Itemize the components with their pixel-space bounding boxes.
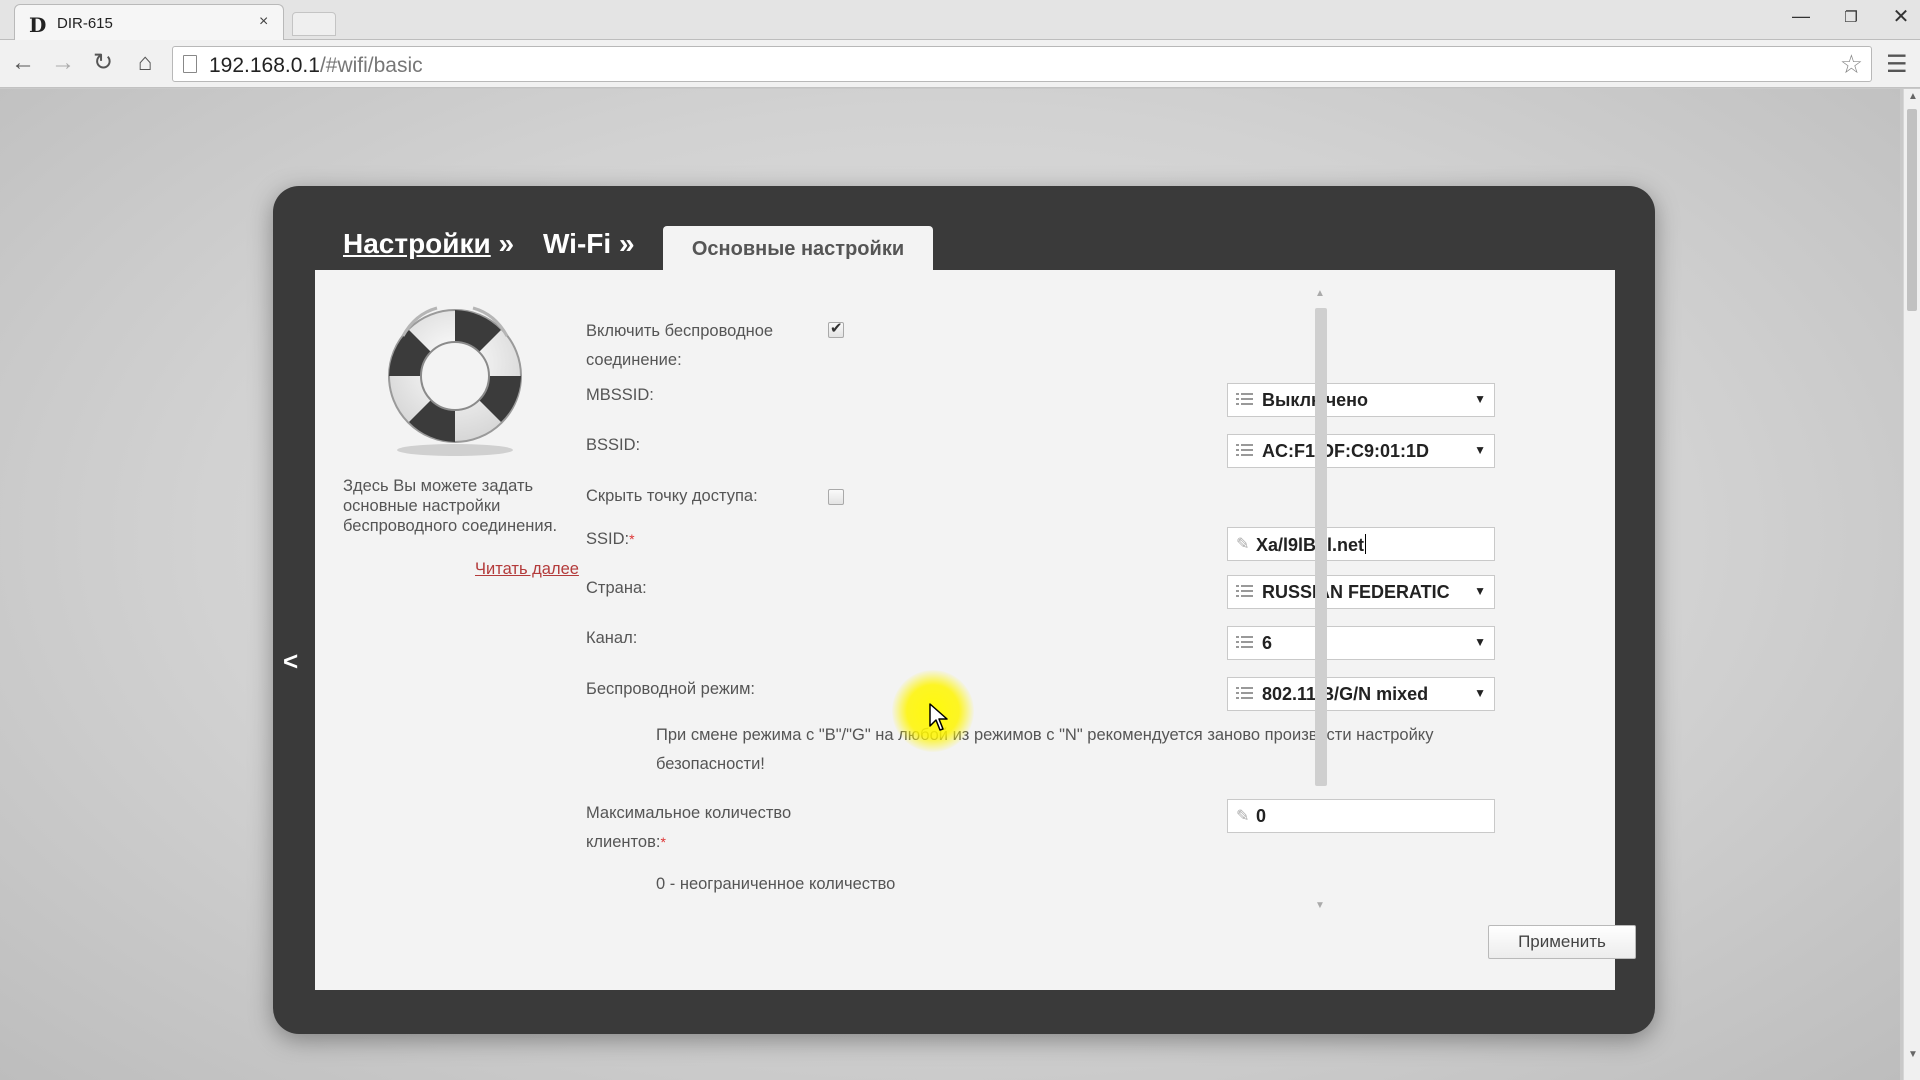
list-icon — [1236, 584, 1254, 600]
dropdown-arrow-icon: ▼ — [1474, 635, 1486, 649]
browser-tab-dir615[interactable]: D DIR-615 × — [14, 4, 284, 40]
window-restore-icon[interactable]: ❐ — [1836, 8, 1866, 26]
page-scrollbar[interactable]: ▲ ▼ — [1903, 89, 1920, 1080]
country-value: RUSSIAN FEDERATIC — [1262, 582, 1450, 602]
pencil-icon: ✎ — [1236, 808, 1250, 825]
url-path: /#wifi/basic — [319, 54, 423, 77]
text-caret — [1365, 534, 1367, 554]
breadcrumb-settings[interactable]: Настройки » — [343, 228, 514, 260]
list-icon — [1236, 443, 1254, 459]
max-clients-value: 0 — [1256, 806, 1267, 826]
wireless-mode-label: Беспроводной режим: — [586, 680, 756, 698]
max-clients-label-line1: Максимальное количество — [586, 804, 792, 822]
browser-toolbar: ← → ↻ ⌂ 192.168.0.1/#wifi/basic ☆ ☰ — [0, 40, 1920, 88]
wireless-mode-select[interactable]: 802.11 B/G/N mixed ▼ — [1227, 677, 1495, 711]
mbssid-select[interactable]: Выключено ▼ — [1227, 383, 1495, 417]
address-bar[interactable]: 192.168.0.1/#wifi/basic ☆ — [172, 46, 1872, 82]
max-clients-label-line2: клиентов: — [586, 833, 661, 851]
apply-button[interactable]: Применить — [1488, 925, 1636, 959]
lifebuoy-icon — [388, 306, 522, 456]
max-clients-label: Максимальное количество клиентов:* — [586, 799, 791, 857]
enable-wireless-label: Включить беспроводное соединение: — [586, 322, 774, 369]
tab-title: DIR-615 — [57, 15, 113, 32]
reload-icon[interactable]: ↻ — [88, 48, 118, 78]
channel-label: Канал: — [586, 629, 638, 647]
list-icon — [1236, 686, 1254, 702]
url-text[interactable]: 192.168.0.1/#wifi/basic — [209, 54, 423, 78]
max-clients-input[interactable]: ✎ 0 — [1227, 799, 1495, 833]
list-icon — [1236, 392, 1254, 408]
breadcrumb-separator: » — [498, 228, 515, 259]
ssid-value-text: Xa/l9lBbl.net — [1256, 535, 1365, 555]
url-host: 192.168.0.1 — [209, 54, 320, 77]
window-close-icon[interactable]: ✕ — [1886, 4, 1916, 29]
hamburger-menu-icon[interactable]: ☰ — [1886, 50, 1908, 79]
bssid-label: BSSID: — [586, 436, 641, 454]
country-select[interactable]: RUSSIAN FEDERATIC ▼ — [1227, 575, 1495, 609]
scroll-down-arrow-icon[interactable]: ▼ — [1908, 1049, 1918, 1060]
ssid-input[interactable]: ✎ Xa/l9lBbl.net — [1227, 527, 1495, 561]
max-clients-note: 0 - неограниченное количество — [656, 875, 896, 893]
checkmark-icon: ✔ — [830, 320, 843, 337]
mbssid-label: MBSSID: — [586, 386, 654, 404]
scroll-down-arrow-icon[interactable]: ▼ — [1315, 900, 1325, 911]
pencil-icon: ✎ — [1236, 536, 1250, 553]
country-label: Страна: — [586, 579, 647, 597]
bssid-select[interactable]: AC:F1:DF:C9:01:1D ▼ — [1227, 434, 1495, 468]
new-tab-button[interactable] — [292, 12, 336, 36]
router-settings-panel: Настройки » Wi-Fi » Основные настройки <… — [273, 186, 1655, 1034]
dropdown-arrow-icon: ▼ — [1474, 443, 1486, 457]
hide-ap-label: Скрыть точку доступа: — [586, 487, 758, 505]
dlink-favicon-icon: D — [29, 13, 47, 37]
tab-basic-settings[interactable]: Основные настройки — [663, 226, 933, 272]
breadcrumb-wifi-label[interactable]: Wi-Fi — [543, 228, 611, 259]
dropdown-arrow-icon: ▼ — [1474, 584, 1486, 598]
home-icon[interactable]: ⌂ — [130, 48, 160, 78]
required-mark: * — [660, 834, 666, 850]
wireless-mode-value: 802.11 B/G/N mixed — [1262, 684, 1429, 704]
scroll-up-arrow-icon[interactable]: ▲ — [1315, 288, 1325, 299]
dropdown-arrow-icon: ▼ — [1474, 392, 1486, 406]
enable-wireless-checkbox[interactable]: ✔ — [828, 320, 844, 338]
scroll-up-arrow-icon[interactable]: ▲ — [1908, 91, 1918, 102]
channel-select[interactable]: 6 ▼ — [1227, 626, 1495, 660]
back-arrow-icon[interactable]: ← — [8, 48, 38, 78]
browser-tab-strip: D DIR-615 × — ❐ ✕ — [0, 0, 1920, 40]
breadcrumb-settings-link[interactable]: Настройки — [343, 228, 491, 259]
channel-value: 6 — [1262, 633, 1273, 653]
mouse-cursor-icon — [929, 703, 948, 731]
help-description: Здесь Вы можете задать основные настройк… — [343, 477, 558, 535]
chevron-left-icon[interactable]: < — [283, 646, 298, 677]
tab-close-icon[interactable]: × — [259, 13, 268, 31]
list-icon — [1236, 635, 1254, 651]
page-icon — [183, 55, 197, 73]
ssid-label: SSID:* — [586, 525, 635, 554]
page-scrollbar-thumb[interactable] — [1907, 109, 1917, 311]
hide-ap-checkbox[interactable] — [828, 489, 844, 505]
breadcrumb-separator: » — [618, 228, 635, 259]
content-scrollbar-thumb[interactable] — [1315, 308, 1327, 786]
read-more-link[interactable]: Читать далее — [475, 560, 579, 579]
window-minimize-icon[interactable]: — — [1786, 6, 1816, 27]
star-icon[interactable]: ☆ — [1840, 49, 1863, 80]
mbssid-value: Выключено — [1262, 390, 1462, 411]
bssid-value: AC:F1:DF:C9:01:1D — [1262, 441, 1430, 461]
required-mark: * — [629, 531, 635, 547]
content-scrollbar[interactable]: ▲ ▼ — [1312, 288, 1330, 916]
wireless-mode-note: При смене режима с "B"/"G" на любой из р… — [656, 726, 1434, 773]
forward-arrow-icon[interactable]: → — [48, 48, 78, 78]
breadcrumb-wifi[interactable]: Wi-Fi » — [543, 228, 635, 260]
dropdown-arrow-icon: ▼ — [1474, 686, 1486, 700]
ssid-label-text: SSID: — [586, 530, 630, 548]
